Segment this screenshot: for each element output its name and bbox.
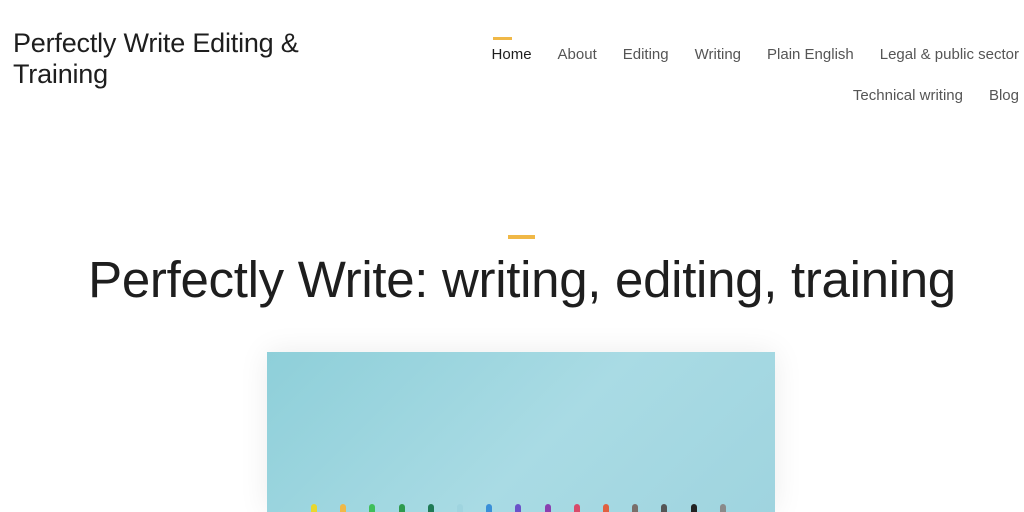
pencil-tip [398,504,405,512]
page-title: Perfectly Write: writing, editing, train… [88,251,956,308]
hero-image-pencils [267,352,775,512]
nav-item-blog[interactable]: Blog [989,75,1019,116]
main-navigation: Home About Editing Writing Plain English… [459,34,1019,116]
nav-item-plain-english[interactable]: Plain English [767,34,854,75]
title-accent-bar [508,235,535,239]
pencil-tip [311,504,317,512]
pencil-tip [544,504,551,512]
pencil-tip [486,504,493,512]
nav-item-about[interactable]: About [558,34,597,75]
pencil-tip [515,504,522,512]
nav-item-legal-public-sector[interactable]: Legal & public sector [880,34,1019,75]
nav-row-primary: Home About Editing Writing Plain English… [459,34,1019,75]
pencil-tip [427,504,434,512]
nav-item-editing[interactable]: Editing [623,34,669,75]
page: Perfectly Write Editing & Training Home … [0,0,1024,512]
pencil-tip [719,504,726,512]
nav-row-secondary: Technical writing Blog [459,75,1019,116]
nav-item-home[interactable]: Home [492,34,532,75]
nav-item-technical-writing[interactable]: Technical writing [853,75,963,116]
pencil-tip [632,504,639,512]
pencil-tip [573,504,580,512]
pencil-tip [340,504,347,512]
site-title-link[interactable]: Perfectly Write Editing & Training [13,28,343,90]
pencil-tip [690,504,697,512]
pencil-tip [661,504,668,512]
pencil-tip [369,504,376,512]
pencil-tip [603,504,609,512]
nav-item-writing[interactable]: Writing [695,34,741,75]
pencil-tip [457,504,463,512]
